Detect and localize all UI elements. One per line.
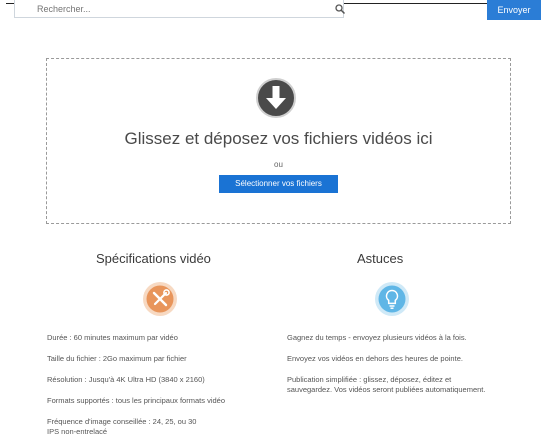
select-files-button[interactable]: Sélectionner vos fichiers	[219, 175, 338, 193]
tools-icon	[143, 282, 177, 316]
list-item: Fréquence d'image conseillée : 24, 25, o…	[47, 417, 197, 436]
search-icon[interactable]	[334, 3, 346, 15]
tips-title: Astuces	[357, 251, 404, 266]
list-item: Formats supportés : tous les principaux …	[47, 396, 225, 405]
list-item: Durée : 60 minutes maximum par vidéo	[47, 333, 178, 342]
upload-button[interactable]: Envoyer	[487, 0, 541, 20]
list-item: Taille du fichier : 2Go maximum par fich…	[47, 354, 187, 363]
search-box[interactable]	[14, 0, 346, 18]
tips-list: Gagnez du temps - envoyez plusieurs vidé…	[287, 333, 507, 406]
download-icon	[256, 78, 296, 118]
specs-list: Durée : 60 minutes maximum par vidéo Tai…	[47, 333, 262, 438]
lightbulb-icon	[375, 282, 409, 316]
top-search-bar: Envoyer	[0, 0, 541, 22]
upload-page: Envoyer Glissez et déposez vos fichiers …	[0, 0, 541, 438]
dropzone-title: Glissez et déposez vos fichiers vidéos i…	[124, 129, 433, 148]
list-item: Gagnez du temps - envoyez plusieurs vidé…	[287, 333, 467, 342]
search-input[interactable]	[37, 3, 317, 15]
list-item: Résolution : Jusqu'à 4K Ultra HD (3840 x…	[47, 375, 205, 384]
list-item: Publication simplifiée : glissez, dépose…	[287, 375, 486, 394]
dropzone-or-text: ou	[274, 160, 283, 169]
list-item: Envoyez vos vidéos en dehors des heures …	[287, 354, 463, 363]
specs-title: Spécifications vidéo	[96, 251, 211, 266]
file-dropzone[interactable]: Glissez et déposez vos fichiers vidéos i…	[46, 58, 511, 224]
